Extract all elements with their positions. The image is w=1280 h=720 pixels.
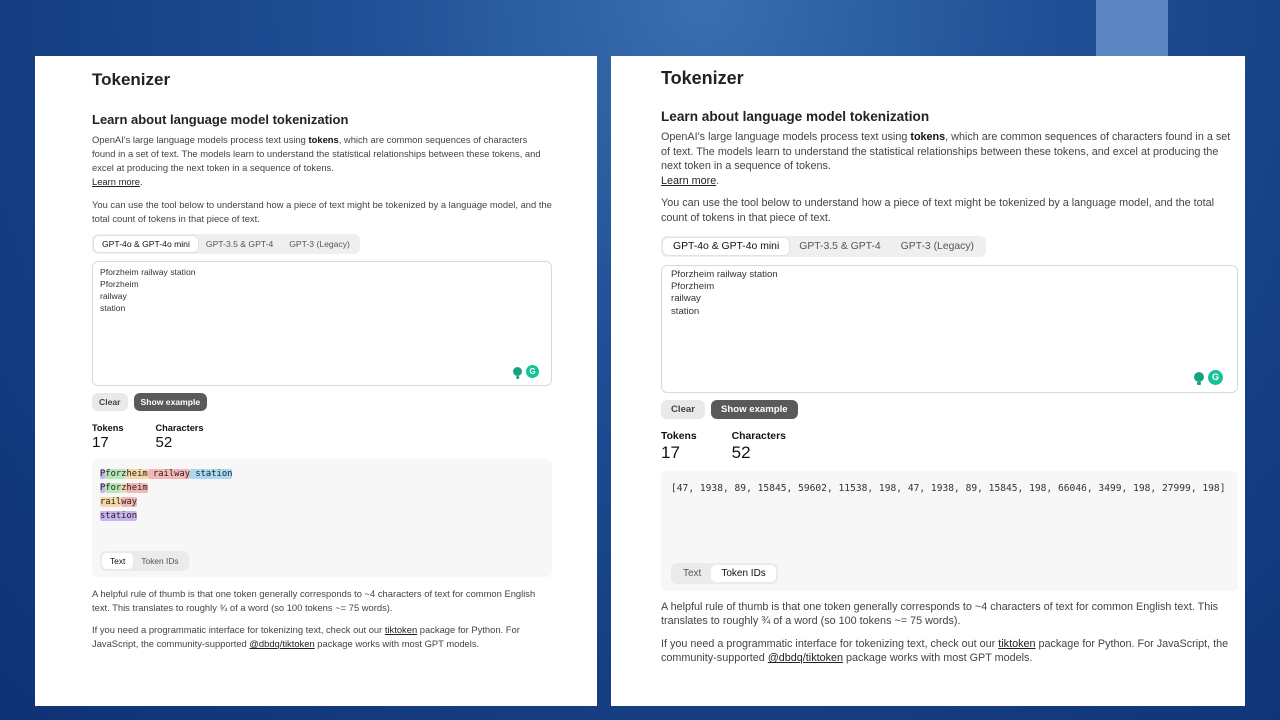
token-stats: Tokens 17 Characters 52 [92,423,553,451]
tab-gpt-3-5[interactable]: GPT-3.5 & GPT-4 [789,238,890,255]
token-chip: railway [147,469,191,479]
token-chip: for [105,483,122,493]
programmatic-paragraph: If you need a programmatic interface for… [92,623,553,651]
characters-count: 52 [155,434,173,451]
text-input-area[interactable]: Pforzheim railway station Pforzheim rail… [92,261,552,386]
usage-paragraph: You can use the tool below to understand… [92,199,552,224]
token-line: Pforzheim railway station [100,467,544,481]
input-text[interactable]: Pforzheim railway station Pforzheim rail… [671,269,1228,319]
tab-text-view[interactable]: Text [102,553,134,569]
show-example-button[interactable]: Show example [133,393,208,411]
tokenized-output: Pforzheim railway station Pforzheim railwa… [92,459,552,577]
token-line: station [100,509,544,523]
input-text[interactable]: Pforzheim railway station Pforzheim rail… [100,266,544,314]
token-line: Pforzheim [100,481,544,495]
learn-more-link[interactable]: Learn more [92,176,140,187]
tokens-label: Tokens [661,430,697,442]
intro-paragraph: OpenAI's large language models process t… [92,134,541,187]
characters-stat: Characters 52 [732,431,786,463]
tiktoken-link[interactable]: tiktoken [385,624,417,635]
tab-gpt-3-legacy[interactable]: GPT-3 (Legacy) [281,236,358,252]
tokens-stat: Tokens 17 [661,431,697,463]
tab-text-view[interactable]: Text [673,565,711,582]
rule-of-thumb-paragraph: A helpful rule of thumb is that one toke… [661,600,1219,628]
editor-extension-icons: G [1194,369,1223,385]
show-example-button[interactable]: Show example [711,399,798,419]
action-buttons: Clear Show example [661,399,1235,419]
page-title: Tokenizer [92,70,171,89]
tokens-count: 17 [92,434,109,451]
text-input-area[interactable]: Pforzheim railway station Pforzheim rail… [661,264,1238,393]
tab-gpt-3-legacy[interactable]: GPT-3 (Legacy) [891,238,984,255]
token-chip: rail [100,497,122,507]
tab-gpt-4o[interactable]: GPT-4o & GPT-4o mini [94,236,198,252]
tokens-count: 17 [661,442,680,462]
programmatic-paragraph: If you need a programmatic interface for… [661,637,1235,666]
dbdq-tiktoken-link[interactable]: @dbdq/tiktoken [249,638,314,649]
token-chip: way [121,497,138,507]
token-chip: forz [105,469,127,479]
tab-token-ids-view[interactable]: Token IDs [711,564,776,582]
model-selector: GPT-4o & GPT-4o mini GPT-3.5 & GPT-4 GPT… [92,234,360,254]
section-heading: Learn about language model tokenization [661,109,930,124]
token-ids-list: [47, 1938, 89, 15845, 59602, 11538, 198,… [671,482,1226,494]
intro-tokens-bold: tokens [308,134,339,145]
model-selector: GPT-4o & GPT-4o mini GPT-3.5 & GPT-4 GPT… [661,235,987,257]
output-view-toggle: Text Token IDs [671,562,778,584]
intro-tokens-bold: tokens [910,131,946,143]
prog-text-start: If you need a programmatic interface for… [92,624,385,635]
prog-text-start: If you need a programmatic interface for… [661,637,999,650]
tokenized-output: [47, 1938, 89, 15845, 59602, 11538, 198,… [661,470,1238,591]
action-buttons: Clear Show example [92,393,553,411]
section-heading: Learn about language model tokenization [92,112,349,127]
tiktoken-link[interactable]: tiktoken [998,638,1035,650]
lightbulb-icon[interactable] [513,367,522,376]
tokens-label: Tokens [92,423,124,433]
tab-token-ids-view[interactable]: Token IDs [133,553,186,569]
prog-text-end: package works with most GPT models. [843,652,1033,665]
tab-gpt-4o[interactable]: GPT-4o & GPT-4o mini [663,237,790,255]
slide-corner-accent [1096,0,1168,56]
token-chip: heim [126,483,148,493]
usage-paragraph: You can use the tool below to understand… [661,197,1215,224]
token-chip: station [190,469,233,479]
grammarly-icon[interactable]: G [526,365,539,378]
characters-label: Characters [155,423,204,433]
page-title: Tokenizer [661,68,744,88]
intro-text-start: OpenAI's large language models process t… [661,131,911,143]
prog-text-end: package works with most GPT models. [314,638,480,649]
token-chip: heim [126,469,148,479]
rule-of-thumb-paragraph: A helpful rule of thumb is that one toke… [92,588,536,613]
tab-gpt-3-5[interactable]: GPT-3.5 & GPT-4 [198,236,281,252]
intro-paragraph: OpenAI's large language models process t… [661,131,1231,187]
token-stats: Tokens 17 Characters 52 [661,431,1235,463]
tokens-stat: Tokens 17 [92,423,123,451]
characters-count: 52 [731,442,751,462]
clear-button[interactable]: Clear [661,399,705,419]
learn-more-link[interactable]: Learn more [661,175,716,187]
editor-extension-icons: G [513,365,539,378]
token-highlight-lines: Pforzheim railway station Pforzheim railwa… [100,467,544,523]
tokenizer-panel-text-view: Tokenizer Learn about language model tok… [35,56,597,706]
intro-text-start: OpenAI's large language models process t… [92,134,309,145]
tokenizer-panel-ids-view: Tokenizer Learn about language model tok… [611,56,1245,706]
grammarly-icon[interactable]: G [1208,369,1223,385]
characters-label: Characters [731,430,786,442]
token-line: railway [100,495,544,509]
lightbulb-icon[interactable] [1194,372,1204,383]
clear-button[interactable]: Clear [92,393,128,411]
characters-stat: Characters 52 [155,423,203,451]
dbdq-tiktoken-link[interactable]: @dbdq/tiktoken [768,652,843,664]
token-chip: station [100,511,138,521]
output-view-toggle: Text Token IDs [100,551,189,571]
